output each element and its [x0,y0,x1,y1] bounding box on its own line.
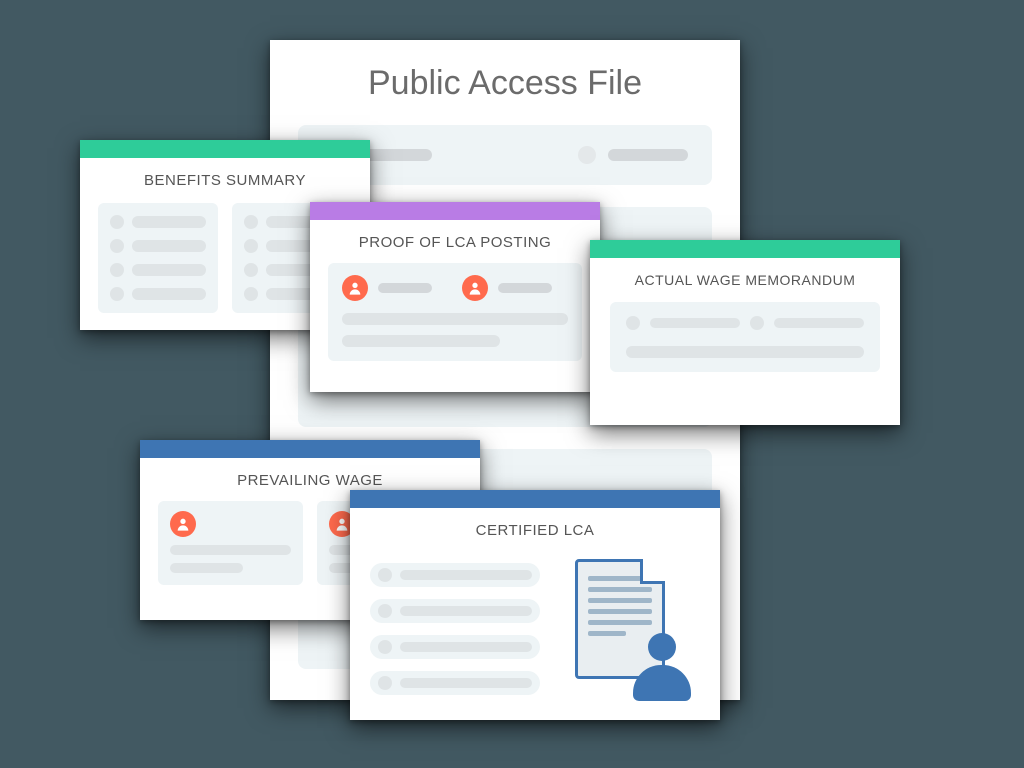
placeholder-panel [610,302,880,372]
placeholder-bar [608,149,688,161]
person-avatar-icon [170,511,196,537]
public-access-file-title: Public Access File [298,64,712,103]
actual-wage-memorandum-title: ACTUAL WAGE MEMORANDUM [610,272,880,288]
actual-wage-memorandum-card: ACTUAL WAGE MEMORANDUM [590,240,900,425]
certified-lca-title: CERTIFIED LCA [370,522,700,539]
card-accent-bar [350,490,720,508]
placeholder-list [370,563,540,695]
person-avatar-icon [342,275,368,301]
placeholder-bar [342,313,568,325]
diagram-stage: Public Access File BENEFITS SUMMARY [0,0,1024,768]
certified-lca-card: CERTIFIED LCA [350,490,720,720]
proof-of-lca-posting-card: PROOF OF LCA POSTING [310,202,600,392]
placeholder-column [98,203,218,313]
person-avatar-icon [462,275,488,301]
card-accent-bar [140,440,480,458]
placeholder-bar [498,283,552,293]
prevailing-wage-title: PREVAILING WAGE [158,472,462,489]
card-accent-bar [590,240,900,258]
card-accent-bar [80,140,370,158]
benefits-summary-title: BENEFITS SUMMARY [98,172,352,189]
document-person-icon [575,559,685,699]
placeholder-panel [328,263,582,361]
placeholder-bar [378,283,432,293]
placeholder-bar [342,335,500,347]
placeholder-column [158,501,303,585]
proof-of-lca-posting-title: PROOF OF LCA POSTING [328,234,582,251]
placeholder-bar [626,346,864,358]
placeholder-dot [578,146,596,164]
card-accent-bar [310,202,600,220]
